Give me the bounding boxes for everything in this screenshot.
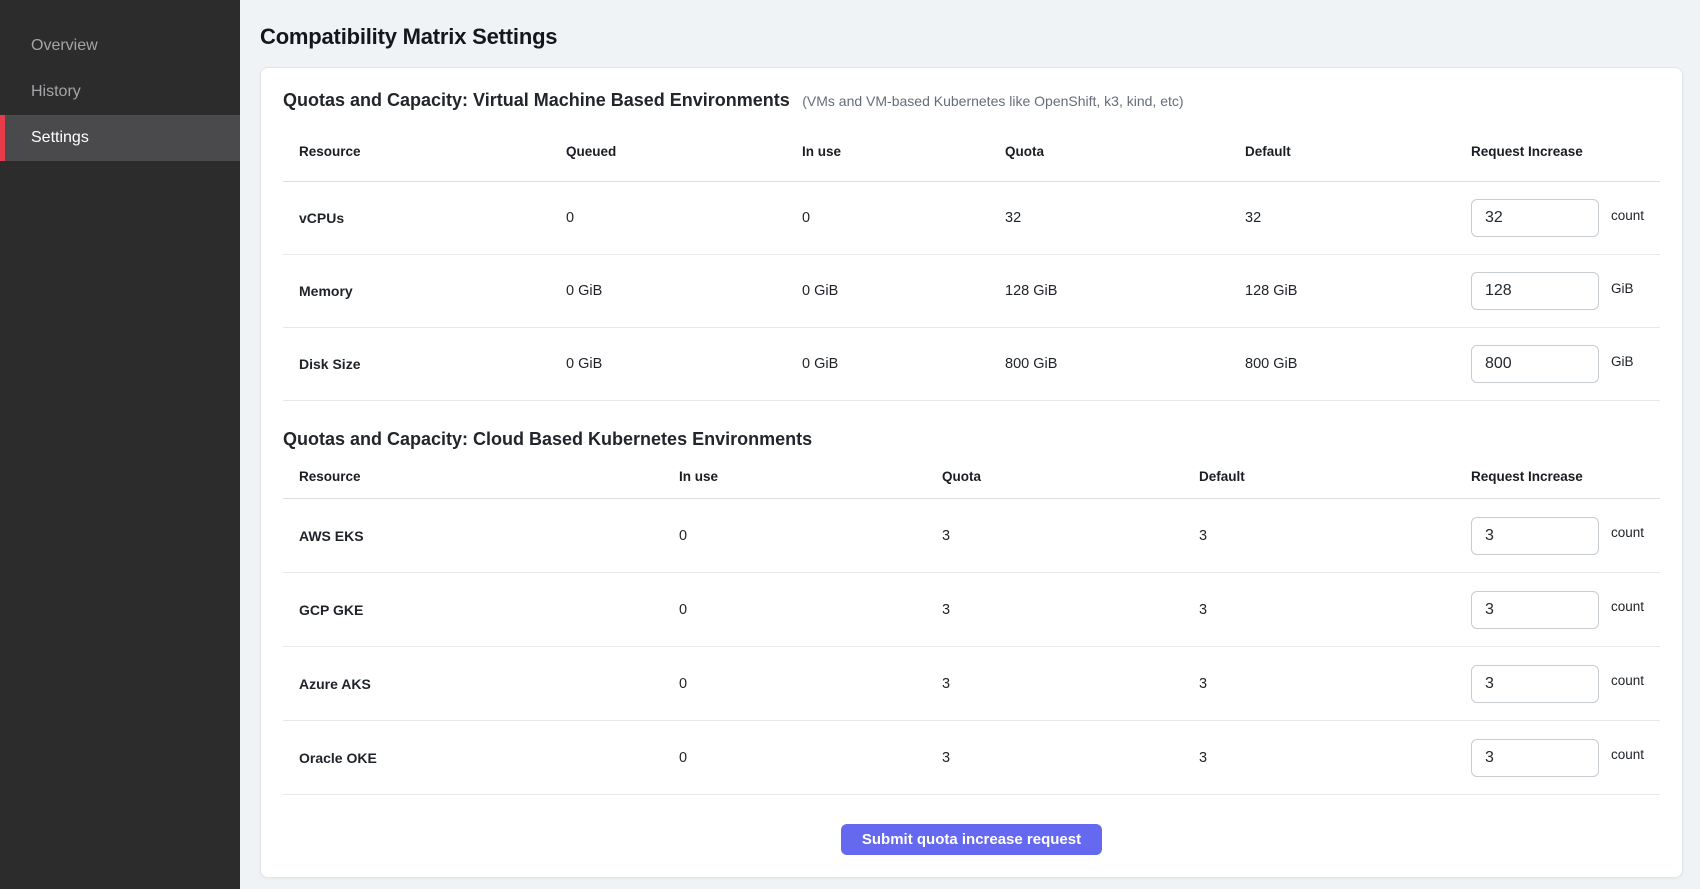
unit-label: count (1611, 525, 1644, 540)
request-increase-cell: count (1471, 517, 1660, 555)
value-cell-queued: 0 GiB (566, 356, 802, 372)
unit-label: count (1611, 747, 1644, 762)
value-cell-queued: 0 GiB (566, 283, 802, 299)
column-header-quota: Quota (1005, 144, 1245, 159)
value-cell-quota: 3 (942, 750, 1199, 766)
submit-button-row: Submit quota increase request (283, 795, 1660, 855)
unit-label: count (1611, 208, 1644, 223)
page-title: Compatibility Matrix Settings (260, 24, 1683, 50)
vm-section-title: Quotas and Capacity: Virtual Machine Bas… (283, 90, 790, 110)
unit-label: count (1611, 599, 1644, 614)
vm-section-subtitle: (VMs and VM-based Kubernetes like OpenSh… (802, 93, 1183, 109)
vm-section-header: Quotas and Capacity: Virtual Machine Bas… (283, 88, 1660, 114)
request-increase-cell: count (1471, 591, 1660, 629)
value-cell-quota: 128 GiB (1005, 283, 1245, 299)
value-cell-in-use: 0 GiB (802, 356, 1005, 372)
request-increase-cell: count (1471, 665, 1660, 703)
cloud-quotas-section: Quotas and Capacity: Cloud Based Kuberne… (283, 427, 1660, 795)
value-cell-in-use: 0 (679, 528, 942, 544)
value-cell-in-use: 0 (679, 750, 942, 766)
request-increase-cell: GiB (1471, 345, 1660, 383)
value-cell-quota: 800 GiB (1005, 356, 1245, 372)
value-cell-default: 3 (1199, 750, 1471, 766)
column-header-quota: Quota (942, 469, 1199, 484)
sidebar-item-settings[interactable]: Settings (0, 115, 240, 161)
vm-quotas-table: ResourceQueuedIn useQuotaDefaultRequest … (283, 114, 1660, 401)
value-cell-in-use: 0 (679, 602, 942, 618)
request-increase-cell: count (1471, 739, 1660, 777)
active-indicator (0, 115, 5, 161)
sidebar-item-label: Settings (31, 129, 89, 147)
unit-label: GiB (1611, 354, 1634, 369)
sidebar-item-label: Overview (31, 37, 98, 55)
resource-cell: GCP GKE (283, 602, 679, 618)
resource-cell: AWS EKS (283, 528, 679, 544)
sidebar-item-label: History (31, 83, 81, 101)
value-cell-in-use: 0 (679, 676, 942, 692)
value-cell-default: 3 (1199, 676, 1471, 692)
value-cell-quota: 32 (1005, 210, 1245, 226)
table-row-vcpus: vCPUs003232count (283, 182, 1660, 255)
cloud-section-header: Quotas and Capacity: Cloud Based Kuberne… (283, 427, 1660, 453)
sidebar-item-history[interactable]: History (0, 69, 240, 115)
value-cell-default: 800 GiB (1245, 356, 1471, 372)
table-header-row: ResourceQueuedIn useQuotaDefaultRequest … (283, 114, 1660, 182)
sidebar: Overview History Settings (0, 0, 240, 889)
value-cell-default: 3 (1199, 528, 1471, 544)
column-header-in-use: In use (679, 469, 942, 484)
resource-cell: Memory (283, 283, 566, 299)
main-content: Compatibility Matrix Settings Quotas and… (240, 0, 1700, 889)
value-cell-quota: 3 (942, 676, 1199, 692)
disk-size-request-increase-input[interactable] (1471, 345, 1599, 383)
column-header-default: Default (1199, 469, 1471, 484)
aws-eks-request-increase-input[interactable] (1471, 517, 1599, 555)
azure-aks-request-increase-input[interactable] (1471, 665, 1599, 703)
value-cell-queued: 0 (566, 210, 802, 226)
table-row-disk-size: Disk Size0 GiB0 GiB800 GiB800 GiBGiB (283, 328, 1660, 401)
sidebar-item-overview[interactable]: Overview (0, 23, 240, 69)
submit-quota-button[interactable]: Submit quota increase request (841, 824, 1102, 855)
table-row-aws-eks: AWS EKS033count (283, 499, 1660, 573)
vm-quotas-section: Quotas and Capacity: Virtual Machine Bas… (283, 88, 1660, 401)
request-increase-cell: count (1471, 199, 1660, 237)
resource-cell: Disk Size (283, 356, 566, 372)
request-increase-cell: GiB (1471, 272, 1660, 310)
unit-label: GiB (1611, 281, 1634, 296)
value-cell-in-use: 0 (802, 210, 1005, 226)
resource-cell: Azure AKS (283, 676, 679, 692)
resource-cell: Oracle OKE (283, 750, 679, 766)
column-header-resource: Resource (283, 144, 566, 159)
cloud-section-title: Quotas and Capacity: Cloud Based Kuberne… (283, 429, 812, 449)
value-cell-quota: 3 (942, 602, 1199, 618)
value-cell-quota: 3 (942, 528, 1199, 544)
column-header-request-increase: Request Increase (1471, 469, 1660, 484)
cloud-quotas-table: ResourceIn useQuotaDefaultRequest Increa… (283, 453, 1660, 795)
app-window: Overview History Settings Compatibility Ma… (0, 0, 1700, 889)
table-header-row: ResourceIn useQuotaDefaultRequest Increa… (283, 453, 1660, 499)
table-row-memory: Memory0 GiB0 GiB128 GiB128 GiBGiB (283, 255, 1660, 328)
oracle-oke-request-increase-input[interactable] (1471, 739, 1599, 777)
vcpus-request-increase-input[interactable] (1471, 199, 1599, 237)
table-row-gcp-gke: GCP GKE033count (283, 573, 1660, 647)
column-header-queued: Queued (566, 144, 802, 159)
value-cell-in-use: 0 GiB (802, 283, 1005, 299)
column-header-resource: Resource (283, 469, 679, 484)
unit-label: count (1611, 673, 1644, 688)
gcp-gke-request-increase-input[interactable] (1471, 591, 1599, 629)
column-header-in-use: In use (802, 144, 1005, 159)
memory-request-increase-input[interactable] (1471, 272, 1599, 310)
value-cell-default: 3 (1199, 602, 1471, 618)
column-header-default: Default (1245, 144, 1471, 159)
settings-card: Quotas and Capacity: Virtual Machine Bas… (260, 67, 1683, 878)
resource-cell: vCPUs (283, 210, 566, 226)
value-cell-default: 32 (1245, 210, 1471, 226)
column-header-request-increase: Request Increase (1471, 144, 1660, 159)
table-row-azure-aks: Azure AKS033count (283, 647, 1660, 721)
value-cell-default: 128 GiB (1245, 283, 1471, 299)
table-row-oracle-oke: Oracle OKE033count (283, 721, 1660, 795)
